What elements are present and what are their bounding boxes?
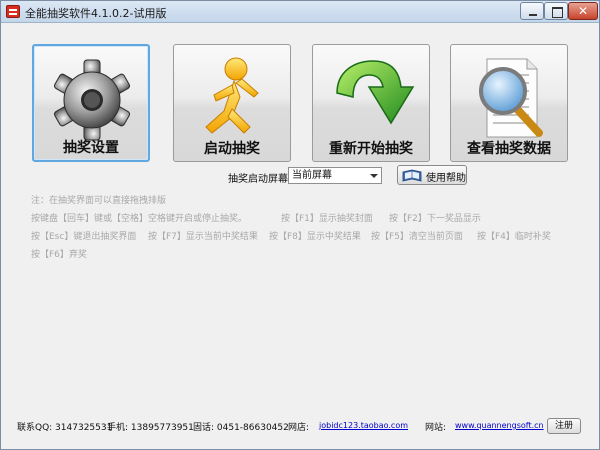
start-screen-label: 抽奖启动屏幕 xyxy=(228,174,288,185)
close-button[interactable]: ✕ xyxy=(568,2,598,20)
start-draw-button[interactable]: 启动抽奖 xyxy=(173,44,291,162)
minimize-button[interactable] xyxy=(520,2,544,20)
settings-button[interactable]: 抽奖设置 xyxy=(32,44,150,162)
view-draw-data-button[interactable]: 查看抽奖数据 xyxy=(450,44,568,162)
note-f8: 按【F8】显示中奖结果 xyxy=(269,232,361,242)
settings-button-label: 抽奖设置 xyxy=(63,140,119,156)
start-draw-button-label: 启动抽奖 xyxy=(204,141,260,157)
maximize-button[interactable] xyxy=(544,2,568,20)
site-label: 网站: xyxy=(425,423,447,433)
register-button[interactable]: 注册 xyxy=(547,418,581,434)
shop-label: 网店: xyxy=(288,423,310,433)
help-button-label: 使用帮助 xyxy=(426,173,466,184)
note-esc: 按【Esc】键退出抽奖界面 xyxy=(31,232,137,242)
app-icon xyxy=(6,5,20,18)
contact-tel: 固话: 0451-86630452 xyxy=(193,423,289,433)
restart-draw-button-label: 重新开始抽奖 xyxy=(329,141,413,157)
note-f7: 按【F7】显示当前中奖结果 xyxy=(148,232,258,242)
app-window: 全能抽奖软件4.1.0.2-试用版 ✕ 抽奖设置 启动抽奖 重新开始抽奖 查看抽… xyxy=(0,0,600,450)
start-screen-selected-value: 当前屏幕 xyxy=(292,170,332,181)
note-f2: 按【F2】下一奖品显示 xyxy=(389,214,481,224)
contact-phone: 手机: 13895773951 xyxy=(107,423,194,433)
magnifier-document-icon xyxy=(479,58,543,138)
running-person-icon xyxy=(205,57,259,134)
start-screen-select[interactable]: 当前屏幕 xyxy=(288,167,382,184)
note-f1: 按【F1】显示抽奖封面 xyxy=(281,214,373,224)
shop-link[interactable]: jobidc123.taobao.com xyxy=(319,421,408,430)
green-arrow-icon xyxy=(336,60,415,125)
note-drag-layout: 注：在抽奖界面可以直接拖拽排版 xyxy=(31,196,167,206)
chevron-down-icon xyxy=(370,174,378,178)
note-f6: 按【F6】弃奖 xyxy=(31,250,87,260)
note-f5: 按【F5】清空当前页面 xyxy=(371,232,463,242)
note-f4: 按【F4】临时补奖 xyxy=(477,232,551,242)
contact-qq: 联系QQ: 3147325531 xyxy=(17,423,113,433)
site-link[interactable]: www.quannengsoft.cn xyxy=(455,421,544,430)
view-draw-data-button-label: 查看抽奖数据 xyxy=(467,141,551,157)
note-enter-space: 按键盘【回车】键或【空格】空格键开启或停止抽奖。 xyxy=(31,214,248,224)
close-icon: ✕ xyxy=(577,4,589,18)
help-button[interactable]: 使用帮助 xyxy=(397,165,467,185)
book-icon xyxy=(402,169,422,182)
gear-icon xyxy=(53,59,131,141)
window-title: 全能抽奖软件4.1.0.2-试用版 xyxy=(25,7,167,20)
title-bar[interactable]: 全能抽奖软件4.1.0.2-试用版 ✕ xyxy=(1,1,599,23)
footer-bar: 联系QQ: 3147325531 手机: 13895773951 固话: 045… xyxy=(1,416,599,436)
restart-draw-button[interactable]: 重新开始抽奖 xyxy=(312,44,430,162)
